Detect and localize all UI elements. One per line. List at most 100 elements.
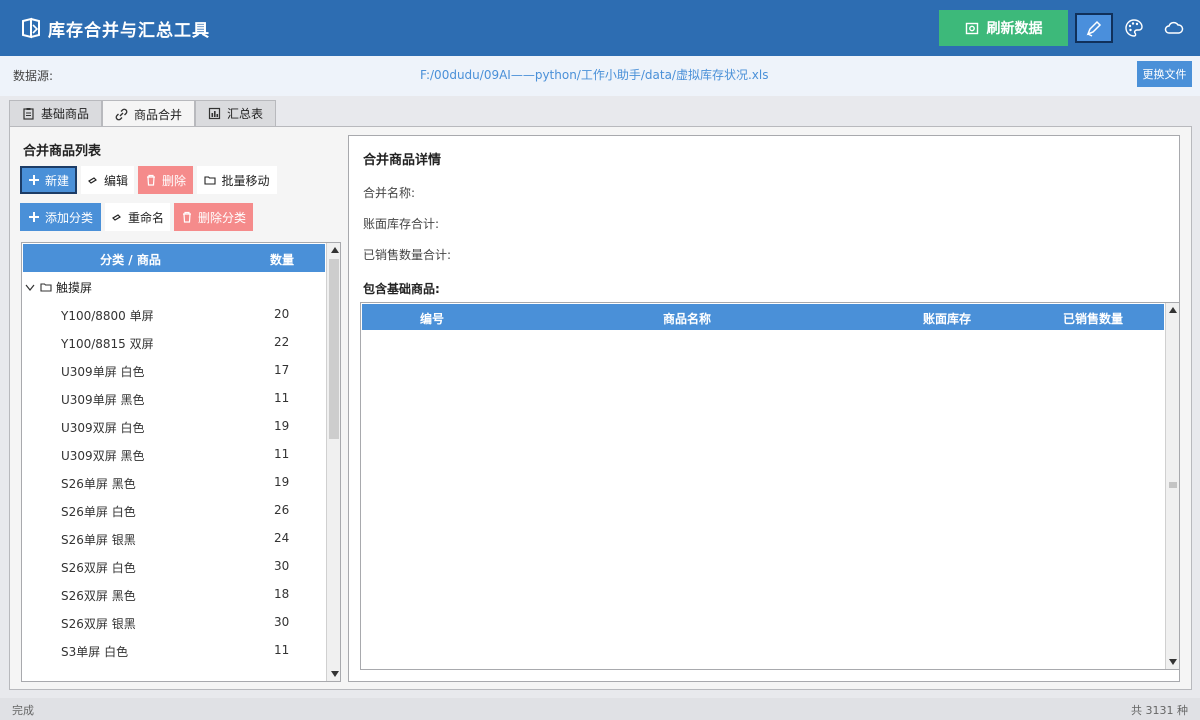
tree-row-qty: 18	[274, 587, 290, 601]
trash-icon	[146, 174, 155, 186]
palette-icon	[1125, 19, 1143, 37]
tree-row-qty: 11	[274, 447, 290, 461]
scroll-thumb[interactable]	[329, 259, 339, 439]
tree-row-qty: 24	[274, 531, 290, 545]
data-source-label: 数据源:	[13, 69, 54, 83]
item-count: 共 3131 种	[1131, 704, 1188, 717]
tab-basic-products[interactable]: 基础商品	[9, 100, 103, 126]
grid-scrollbar[interactable]	[1165, 303, 1179, 669]
tree-row[interactable]: U309单屏 白色 17	[22, 356, 324, 384]
add-category-label: 添加分类	[44, 210, 93, 225]
delete-button[interactable]: 删除	[138, 166, 193, 194]
tree-row[interactable]: S3单屏 白色 11	[22, 636, 324, 664]
tree-group-touchscreen[interactable]: 触摸屏	[24, 276, 92, 298]
scroll-grip-icon	[1169, 482, 1177, 488]
tree-row-name: S26单屏 银黑	[61, 533, 136, 547]
rename-label: 重命名	[127, 210, 164, 225]
scroll-up-arrow[interactable]	[1166, 303, 1180, 317]
folder-icon	[204, 176, 217, 185]
change-file-button[interactable]: 更换文件	[1137, 61, 1192, 87]
column-header-product-name[interactable]: 商品名称	[502, 310, 872, 327]
tab-summary[interactable]: 汇总表	[195, 100, 277, 126]
tree-scrollbar[interactable]	[326, 243, 340, 681]
link-icon	[115, 108, 128, 120]
pencil-icon	[88, 177, 97, 184]
contains-products-label: 包含基础商品:	[363, 282, 440, 296]
refresh-data-label: 刷新数据	[986, 21, 1043, 37]
chevron-down-icon[interactable]	[24, 281, 36, 293]
refresh-icon	[965, 22, 978, 35]
tree-row[interactable]: S26双屏 黑色 18	[22, 580, 324, 608]
tab-label: 基础商品	[41, 107, 90, 121]
tree-row[interactable]: S26单屏 银黑 24	[22, 524, 324, 552]
scroll-up-arrow[interactable]	[327, 243, 340, 257]
tree-row[interactable]: S26双屏 银黑 30	[22, 608, 324, 636]
tree-row-name: Y100/8800 单屏	[61, 309, 154, 323]
scroll-down-arrow[interactable]	[1166, 655, 1180, 669]
tree-row-name: U309双屏 白色	[61, 421, 145, 435]
delete-category-button[interactable]: 删除分类	[174, 203, 253, 231]
tab-bar: 基础商品 商品合并 汇总表	[9, 100, 277, 127]
data-source-bar: 数据源: F:/00dudu/09AI——python/工作小助手/data/虚…	[0, 56, 1200, 96]
scroll-down-arrow[interactable]	[327, 667, 340, 681]
tree-row[interactable]: S26双屏 白色 30	[22, 552, 324, 580]
app-logo-icon	[22, 17, 40, 39]
plus-icon	[28, 175, 39, 185]
tree-row[interactable]: S26单屏 黑色 19	[22, 468, 324, 496]
tree-row-qty: 11	[274, 391, 290, 405]
sold-total-label: 已销售数量合计:	[363, 248, 452, 262]
edit-label: 编辑	[103, 173, 128, 188]
tab-label: 商品合并	[134, 107, 183, 122]
delete-category-label: 删除分类	[197, 210, 246, 225]
stock-total-label: 账面库存合计:	[363, 217, 440, 231]
tree-header: 分类 / 商品 数量	[23, 244, 325, 272]
column-header-name[interactable]: 分类 / 商品	[23, 251, 238, 268]
tree-row-name: S3单屏 白色	[61, 645, 129, 659]
arrow-up-icon	[330, 247, 339, 253]
batch-move-label: 批量移动	[221, 173, 270, 188]
tree-row-qty: 19	[274, 419, 290, 433]
tree-row[interactable]: U309单屏 黑色 11	[22, 384, 324, 412]
tree-row-name: Y100/8815 双屏	[61, 337, 154, 351]
tree-row-name: S26双屏 黑色	[61, 589, 136, 603]
tree-row-qty: 22	[274, 335, 290, 349]
cloud-icon	[1164, 21, 1184, 34]
pen-icon	[1086, 20, 1102, 37]
merged-product-tree[interactable]: 分类 / 商品 数量 触摸屏 Y100/8800 单屏 20 Y100/8815 双…	[21, 242, 341, 682]
pen-tool-button[interactable]	[1075, 13, 1113, 43]
column-header-sold[interactable]: 已销售数量	[1022, 310, 1164, 327]
tab-product-merge[interactable]: 商品合并	[102, 100, 196, 127]
tree-row[interactable]: Y100/8800 单屏 20	[22, 300, 324, 328]
merge-name-label: 合并名称:	[363, 186, 416, 200]
tree-row-qty: 11	[274, 643, 290, 657]
edit-button[interactable]: 编辑	[81, 166, 134, 194]
rename-button[interactable]: 重命名	[105, 203, 170, 231]
column-header-id[interactable]: 编号	[362, 310, 502, 327]
base-products-grid[interactable]: 编号 商品名称 账面库存 已销售数量	[360, 302, 1180, 670]
tree-row-qty: 20	[274, 307, 290, 321]
tree-row[interactable]: U309双屏 黑色 11	[22, 440, 324, 468]
theme-button[interactable]	[1115, 13, 1153, 43]
app-title: 库存合并与汇总工具	[48, 21, 210, 41]
arrow-down-icon	[1169, 659, 1177, 665]
detail-title: 合并商品详情	[363, 153, 442, 168]
new-button[interactable]: 新建	[20, 166, 77, 194]
tree-row[interactable]: U309双屏 白色 19	[22, 412, 324, 440]
tab-label: 汇总表	[227, 107, 264, 121]
tree-row-name: S26双屏 银黑	[61, 617, 136, 631]
tree-row[interactable]: Y100/8815 双屏 22	[22, 328, 324, 356]
cloud-button[interactable]	[1155, 13, 1193, 43]
column-header-qty[interactable]: 数量	[238, 251, 326, 268]
refresh-data-button[interactable]: 刷新数据	[939, 10, 1068, 46]
arrow-up-icon	[1169, 307, 1177, 313]
status-text: 完成	[12, 704, 34, 717]
column-header-stock[interactable]: 账面库存	[872, 310, 1022, 327]
status-bar: 完成 共 3131 种	[0, 698, 1200, 720]
delete-label: 删除	[161, 173, 186, 188]
add-category-button[interactable]: 添加分类	[20, 203, 101, 231]
tree-row[interactable]: S26单屏 白色 26	[22, 496, 324, 524]
batch-move-button[interactable]: 批量移动	[197, 166, 277, 194]
pencil-icon	[112, 214, 121, 221]
merged-list-title: 合并商品列表	[23, 144, 102, 159]
tree-row-name: U309单屏 白色	[61, 365, 145, 379]
